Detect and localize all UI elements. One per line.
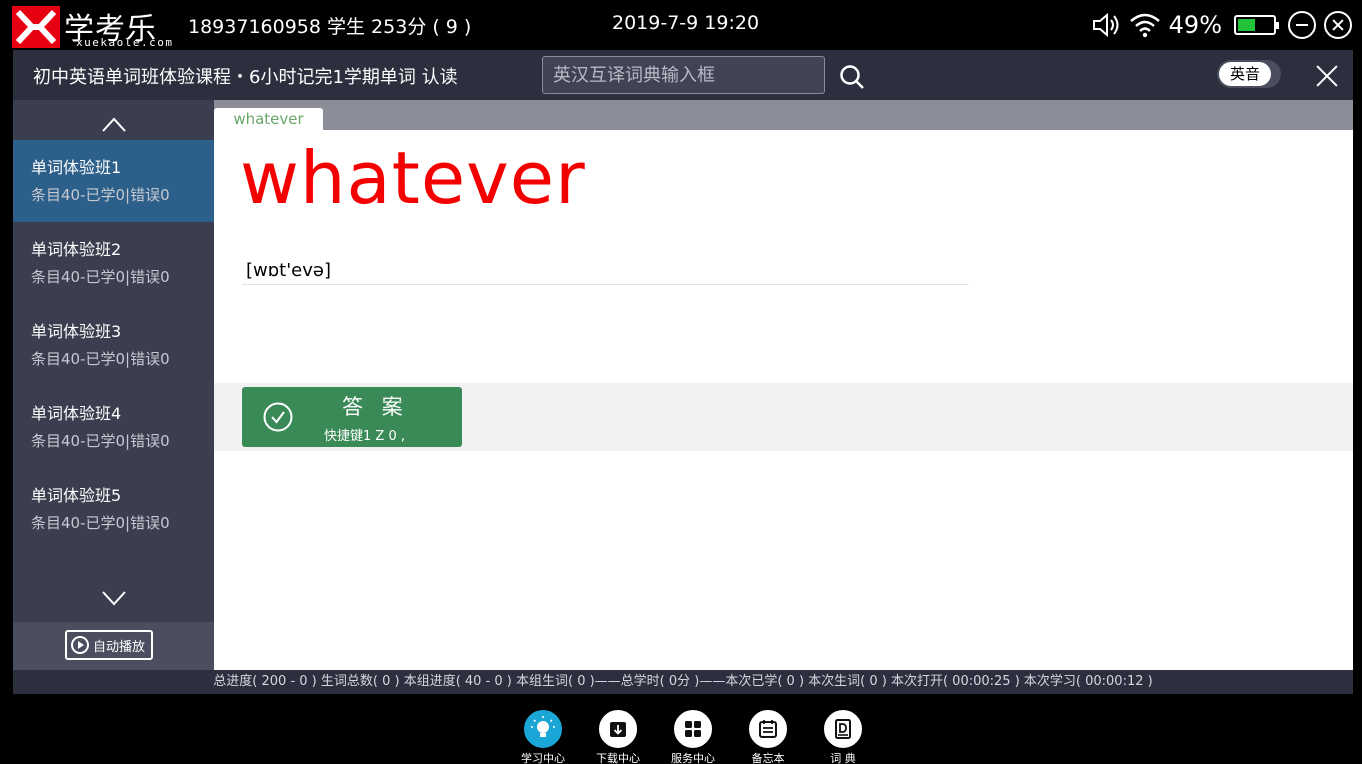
answer-label: 答 案 [342, 395, 409, 419]
minimize-button[interactable] [1288, 11, 1316, 39]
course-title: 初中英语单词班体验课程・6小时记完1学期单词 认读 [33, 67, 458, 88]
class-stats: 条目40-已学0|错误0 [31, 432, 170, 450]
nav-dictionary[interactable]: 词 典 [808, 708, 878, 764]
bottom-nav: 学习中心 下载中心 服务中心 备忘本 词 典 [0, 694, 1362, 764]
minus-icon [1296, 24, 1308, 26]
nav-service-center[interactable]: 服务中心 [658, 708, 728, 764]
sidebar-item-class-2[interactable]: 单词体验班2 条目40-已学0|错误0 [13, 222, 214, 304]
answer-button[interactable]: 答 案 快捷键1 Z 0 , [242, 387, 462, 447]
nav-label: 下载中心 [596, 752, 640, 764]
nav-download-center[interactable]: 下载中心 [583, 708, 653, 764]
battery-percent: 49% [1168, 11, 1222, 39]
class-name: 单词体验班2 [31, 240, 122, 259]
nav-circle [524, 710, 562, 748]
class-name: 单词体验班4 [31, 404, 122, 423]
title-bar: 初中英语单词班体验课程・6小时记完1学期单词 认读 英音 [13, 50, 1353, 100]
system-tray: 49% [1091, 8, 1352, 42]
download-box-icon [610, 722, 626, 737]
class-sidebar: 单词体验班1 条目40-已学0|错误0 单词体验班2 条目40-已学0|错误0 … [13, 100, 214, 670]
nav-label: 备忘本 [751, 752, 785, 764]
class-stats: 条目40-已学0|错误0 [31, 350, 170, 368]
accent-toggle[interactable]: 英音 [1217, 60, 1281, 88]
tab-word[interactable]: whatever [214, 108, 323, 130]
user-info: 18937160958 学生 253分 ( 9 ) [188, 16, 472, 38]
battery-fill [1238, 19, 1255, 31]
class-stats: 条目40-已学0|错误0 [31, 268, 170, 286]
close-course-button[interactable] [1315, 64, 1339, 88]
class-name: 单词体验班1 [31, 158, 122, 177]
word-heading: whatever [240, 136, 586, 220]
sidebar-item-class-5[interactable]: 单词体验班5 条目40-已学0|错误0 [13, 468, 214, 550]
play-icon [71, 636, 89, 654]
dictionary-search-input[interactable] [542, 56, 825, 94]
volume-icon[interactable] [1091, 11, 1121, 39]
nav-circle [824, 710, 862, 748]
word-panel: whatever whatever [wɒt'evə] 答 案 快捷键1 Z 0… [214, 100, 1353, 670]
sidebar-item-class-1[interactable]: 单词体验班1 条目40-已学0|错误0 [13, 140, 214, 222]
class-stats: 条目40-已学0|错误0 [31, 514, 170, 532]
check-circle-icon [263, 402, 293, 432]
autoplay-button[interactable]: 自动播放 [65, 630, 153, 660]
scroll-up-icon[interactable] [13, 100, 214, 140]
autoplay-label: 自动播放 [93, 639, 146, 655]
exit-button[interactable] [1324, 11, 1352, 39]
nav-label: 服务中心 [671, 752, 715, 764]
nav-label: 词 典 [830, 752, 856, 764]
nav-memo[interactable]: 备忘本 [733, 708, 803, 764]
autoplay-area: 自动播放 [13, 622, 214, 670]
nav-study-center[interactable]: 学习中心 [508, 708, 578, 764]
sidebar-item-class-4[interactable]: 单词体验班4 条目40-已学0|错误0 [13, 386, 214, 468]
nav-circle [599, 710, 637, 748]
search-icon[interactable] [839, 64, 865, 90]
grid-icon [685, 721, 701, 737]
class-name: 单词体验班5 [31, 486, 122, 505]
nav-circle [674, 710, 712, 748]
answer-shortcut-hint: 快捷键1 Z 0 , [324, 429, 405, 444]
dictionary-icon [835, 719, 851, 739]
logo-text-en: xuekaole.com [76, 36, 174, 49]
class-stats: 条目40-已学0|错误0 [31, 186, 170, 204]
app-root: 学考乐 xuekaole.com 18937160958 学生 253分 ( 9… [0, 0, 1362, 764]
scroll-down-icon[interactable] [13, 578, 214, 622]
divider [242, 284, 969, 285]
accent-label: 英音 [1219, 62, 1271, 86]
class-name: 单词体验班3 [31, 322, 122, 341]
calendar-icon [759, 720, 777, 738]
progress-status: 总进度( 200 - 0 ) 生词总数( 0 ) 本组进度( 40 - 0 ) … [13, 670, 1353, 694]
logo: 学考乐 xuekaole.com [12, 4, 174, 49]
logo-mark-icon [12, 6, 60, 48]
datetime: 2019-7-9 19:20 [612, 12, 760, 34]
nav-label: 学习中心 [521, 752, 565, 764]
system-bar: 学考乐 xuekaole.com 18937160958 学生 253分 ( 9… [0, 0, 1362, 50]
answer-band: 答 案 快捷键1 Z 0 , [214, 383, 1353, 451]
battery-icon [1234, 15, 1279, 35]
nav-circle [749, 710, 787, 748]
phonetic-transcription: [wɒt'evə] [246, 260, 331, 281]
wifi-icon [1129, 13, 1160, 38]
tab-strip: whatever [214, 100, 1353, 130]
sidebar-item-class-3[interactable]: 单词体验班3 条目40-已学0|错误0 [13, 304, 214, 386]
lightbulb-icon [531, 716, 555, 737]
